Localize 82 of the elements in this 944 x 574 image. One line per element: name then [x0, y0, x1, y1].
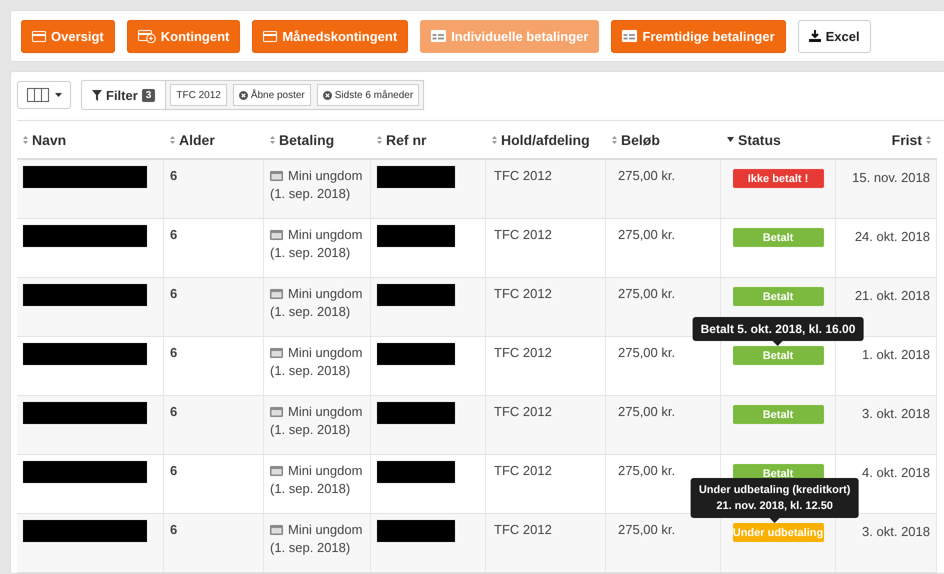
download-icon: [808, 30, 821, 42]
table-cell: 6: [170, 227, 178, 242]
table-cell: 275,00 kr.: [618, 404, 676, 419]
card-list-icon: [431, 30, 446, 42]
status-label: Betalt: [732, 228, 824, 247]
sort-icon: [270, 136, 275, 144]
table-cell: TFC 2012: [494, 463, 552, 478]
table-cell: 3. okt. 2018: [862, 524, 930, 539]
status-label: Ikke betalt !: [732, 169, 824, 188]
columns-button[interactable]: [17, 81, 71, 109]
sort-icon: [926, 136, 931, 144]
table-cell: 4. okt. 2018: [862, 465, 930, 480]
card-icon: [270, 348, 283, 358]
table-cell: 3. okt. 2018: [862, 406, 930, 421]
table-cell: Mini ungdom: [288, 522, 362, 537]
status-label: Betalt: [732, 287, 824, 306]
card-plus-icon: [138, 30, 156, 42]
sort-icon: [377, 136, 382, 144]
table-cell: 1. okt. 2018: [862, 347, 930, 362]
table-cell: 275,00 kr.: [618, 286, 676, 301]
table-cell: TFC 2012: [494, 404, 552, 419]
card-icon: [270, 524, 283, 534]
card-icon: [32, 30, 46, 42]
card-icon: [270, 170, 283, 180]
filter-button[interactable]: Filter 3: [81, 80, 166, 110]
table-cell: 275,00 kr.: [618, 345, 676, 360]
table-cell: Mini ungdom: [288, 345, 362, 360]
card-icon: [270, 406, 283, 416]
table-cell: (1. sep. 2018): [270, 304, 350, 319]
status-label: Under udbetaling: [732, 523, 824, 542]
sort-icon: [492, 136, 497, 144]
table-cell: 6: [170, 286, 178, 301]
sort-icon: [170, 136, 175, 144]
sort-icon: [612, 136, 617, 144]
remove-icon[interactable]: [322, 90, 332, 100]
filter-count: 3: [142, 88, 156, 102]
table-cell: 15. nov. 2018: [852, 170, 930, 185]
table-cell: Mini ungdom: [288, 286, 362, 301]
card-icon: [263, 30, 278, 42]
table-cell: 6: [170, 168, 178, 183]
filter-icon: [92, 90, 102, 100]
table-cell: TFC 2012: [494, 168, 552, 183]
status-label: Betalt: [732, 346, 824, 365]
caret-icon: [54, 93, 62, 97]
table-cell: TFC 2012: [494, 227, 552, 242]
table-cell: Mini ungdom: [288, 463, 362, 478]
status-label: Betalt: [732, 405, 824, 424]
table-cell: 6: [170, 522, 178, 537]
table-cell: 6: [170, 463, 178, 478]
table-cell: TFC 2012: [494, 522, 552, 537]
columns-icon: [26, 88, 48, 102]
table-cell: Mini ungdom: [288, 227, 362, 242]
table-cell: (1. sep. 2018): [270, 481, 350, 496]
table-cell: Mini ungdom: [288, 404, 362, 419]
table-cell: 21. okt. 2018: [854, 288, 930, 303]
table-cell: (1. sep. 2018): [270, 540, 350, 555]
card-icon: [270, 466, 283, 476]
table-cell: (1. sep. 2018): [270, 422, 350, 437]
filter-chip[interactable]: TFC 2012: [170, 84, 227, 106]
table-cell: 275,00 kr.: [618, 227, 676, 242]
sort-descending-icon: [727, 137, 734, 142]
table-cell: 24. okt. 2018: [854, 229, 930, 244]
remove-icon[interactable]: [238, 90, 248, 100]
table-cell: 6: [170, 404, 178, 419]
filter-chip[interactable]: Sidste 6 måneder: [316, 84, 420, 106]
table-cell: (1. sep. 2018): [270, 363, 350, 378]
sort-icon: [23, 136, 28, 144]
table-cell: (1. sep. 2018): [270, 245, 350, 260]
table-cell: TFC 2012: [494, 345, 552, 360]
table-cell: 275,00 kr.: [618, 168, 676, 183]
table-cell: (1. sep. 2018): [270, 186, 350, 201]
table-cell: TFC 2012: [494, 286, 552, 301]
tooltip: Betalt 5. okt. 2018, kl. 16.00: [692, 317, 864, 346]
table-cell: 275,00 kr.: [618, 463, 676, 478]
card-icon: [270, 230, 283, 240]
card-list-icon: [622, 30, 638, 42]
table-cell: 6: [170, 345, 178, 360]
export-button[interactable]: Excel: [798, 20, 871, 52]
filter-chip[interactable]: Åbne poster: [232, 84, 311, 106]
table-cell: 275,00 kr.: [618, 522, 676, 537]
card-icon: [270, 288, 283, 298]
table-cell: Mini ungdom: [288, 168, 362, 183]
